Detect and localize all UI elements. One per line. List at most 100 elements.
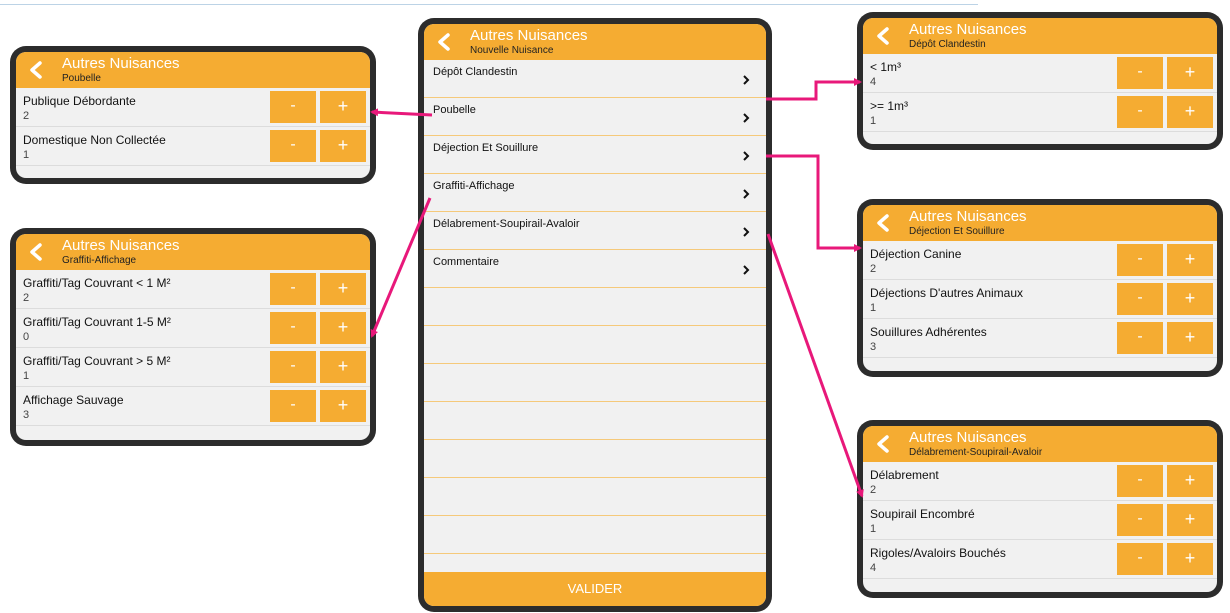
menu-item-label: Commentaire bbox=[433, 256, 500, 268]
empty-row bbox=[424, 288, 766, 326]
increment-button[interactable]: + bbox=[320, 130, 366, 162]
counter-row: Graffiti/Tag Couvrant < 1 M² 2 - + bbox=[16, 270, 370, 309]
counter-value: 3 bbox=[23, 409, 30, 421]
chevron-left-icon[interactable] bbox=[875, 435, 891, 453]
panel-dejection-souillure: Autres Nuisances Déjection Et Souillure … bbox=[857, 199, 1223, 377]
increment-button[interactable]: + bbox=[1167, 283, 1213, 315]
menu-item-poubelle[interactable]: Poubelle bbox=[424, 98, 766, 136]
increment-button[interactable]: + bbox=[320, 312, 366, 344]
counter-label: >= 1m³ bbox=[870, 99, 909, 113]
panel-title: Autres Nuisances bbox=[62, 237, 180, 254]
panel-header: Autres Nuisances Dépôt Clandestin bbox=[863, 18, 1217, 54]
chevron-right-icon bbox=[743, 113, 750, 123]
counter-label: Graffiti/Tag Couvrant > 5 M² bbox=[23, 354, 171, 368]
arrow-delabrement bbox=[766, 233, 864, 498]
validate-button[interactable]: VALIDER bbox=[424, 572, 766, 606]
decrement-button[interactable]: - bbox=[270, 312, 316, 344]
decrement-button[interactable]: - bbox=[270, 130, 316, 162]
counter-row: Domestique Non Collectée 1 - + bbox=[16, 127, 370, 166]
decrement-button[interactable]: - bbox=[270, 351, 316, 383]
decrement-button[interactable]: - bbox=[1117, 57, 1163, 89]
counter-row: Soupirail Encombré 1 - + bbox=[863, 501, 1217, 540]
decrement-button[interactable]: - bbox=[1117, 543, 1163, 575]
decrement-button[interactable]: - bbox=[1117, 322, 1163, 354]
increment-button[interactable]: + bbox=[1167, 465, 1213, 497]
decrement-button[interactable]: - bbox=[1117, 465, 1163, 497]
decrement-button[interactable]: - bbox=[270, 390, 316, 422]
counter-value: 4 bbox=[870, 562, 877, 574]
menu-item-dejection-souillure[interactable]: Déjection Et Souillure bbox=[424, 136, 766, 174]
arrow-dejection bbox=[766, 154, 862, 252]
increment-button[interactable]: + bbox=[320, 351, 366, 383]
counter-label: Rigoles/Avaloirs Bouchés bbox=[870, 546, 1006, 560]
menu-item-graffiti-affichage[interactable]: Graffiti-Affichage bbox=[424, 174, 766, 212]
empty-row bbox=[424, 440, 766, 478]
counter-row: Déjection Canine 2 - + bbox=[863, 241, 1217, 280]
panel-subtitle: Dépôt Clandestin bbox=[909, 39, 986, 50]
counter-row: Rigoles/Avaloirs Bouchés 4 - + bbox=[863, 540, 1217, 579]
chevron-left-icon[interactable] bbox=[436, 33, 452, 51]
counter-value: 1 bbox=[23, 149, 30, 161]
menu-item-commentaire[interactable]: Commentaire bbox=[424, 250, 766, 288]
panel-title: Autres Nuisances bbox=[909, 208, 1027, 225]
panel-depot-clandestin: Autres Nuisances Dépôt Clandestin < 1m³ … bbox=[857, 12, 1223, 150]
increment-button[interactable]: + bbox=[1167, 322, 1213, 354]
counter-label: Graffiti/Tag Couvrant < 1 M² bbox=[23, 276, 171, 290]
decrement-button[interactable]: - bbox=[270, 273, 316, 305]
panel-delabrement: Autres Nuisances Délabrement-Soupirail-A… bbox=[857, 420, 1223, 598]
menu-item-label: Graffiti-Affichage bbox=[433, 180, 515, 192]
menu-item-label: Poubelle bbox=[433, 104, 476, 116]
panel-subtitle: Nouvelle Nuisance bbox=[470, 45, 554, 56]
counter-row: Souillures Adhérentes 3 - + bbox=[863, 319, 1217, 358]
empty-row bbox=[424, 326, 766, 364]
decrement-button[interactable]: - bbox=[1117, 96, 1163, 128]
increment-button[interactable]: + bbox=[320, 91, 366, 123]
menu-item-label: Dépôt Clandestin bbox=[433, 66, 518, 78]
chevron-left-icon[interactable] bbox=[28, 61, 44, 79]
counter-label: Soupirail Encombré bbox=[870, 507, 975, 521]
panel-header: Autres Nuisances Nouvelle Nuisance bbox=[424, 24, 766, 60]
chevron-left-icon[interactable] bbox=[875, 214, 891, 232]
counter-value: 2 bbox=[23, 292, 30, 304]
counter-value: 1 bbox=[870, 115, 877, 127]
counter-row: >= 1m³ 1 - + bbox=[863, 93, 1217, 132]
chevron-left-icon[interactable] bbox=[875, 27, 891, 45]
empty-row bbox=[424, 402, 766, 440]
decrement-button[interactable]: - bbox=[1117, 283, 1163, 315]
counter-value: 4 bbox=[870, 76, 877, 88]
increment-button[interactable]: + bbox=[1167, 96, 1213, 128]
chevron-right-icon bbox=[743, 189, 750, 199]
menu-item-label: Déjection Et Souillure bbox=[433, 142, 539, 154]
panel-graffiti-affichage: Autres Nuisances Graffiti-Affichage Graf… bbox=[10, 228, 376, 446]
increment-button[interactable]: + bbox=[320, 273, 366, 305]
chevron-right-icon bbox=[743, 75, 750, 85]
panel-title: Autres Nuisances bbox=[909, 429, 1027, 446]
menu-item-delabrement[interactable]: Délabrement-Soupirail-Avaloir bbox=[424, 212, 766, 250]
panel-header: Autres Nuisances Délabrement-Soupirail-A… bbox=[863, 426, 1217, 462]
counter-label: Graffiti/Tag Couvrant 1-5 M² bbox=[23, 315, 171, 329]
decrement-button[interactable]: - bbox=[1117, 504, 1163, 536]
counter-label: < 1m³ bbox=[870, 60, 902, 74]
arrow-depot bbox=[766, 78, 862, 101]
counter-value: 1 bbox=[23, 370, 30, 382]
counter-label: Délabrement bbox=[870, 468, 939, 482]
counter-row: < 1m³ 4 - + bbox=[863, 54, 1217, 93]
counter-value: 1 bbox=[870, 302, 877, 314]
decrement-button[interactable]: - bbox=[270, 91, 316, 123]
empty-row bbox=[424, 478, 766, 516]
panel-nouvelle-nuisance: Autres Nuisances Nouvelle Nuisance Dépôt… bbox=[418, 18, 772, 612]
counter-label: Déjection Canine bbox=[870, 247, 962, 261]
menu-item-depot-clandestin[interactable]: Dépôt Clandestin bbox=[424, 60, 766, 98]
increment-button[interactable]: + bbox=[1167, 543, 1213, 575]
increment-button[interactable]: + bbox=[320, 390, 366, 422]
increment-button[interactable]: + bbox=[1167, 244, 1213, 276]
counter-value: 1 bbox=[870, 523, 877, 535]
increment-button[interactable]: + bbox=[1167, 57, 1213, 89]
decrement-button[interactable]: - bbox=[1117, 244, 1163, 276]
panel-title: Autres Nuisances bbox=[470, 27, 588, 44]
increment-button[interactable]: + bbox=[1167, 504, 1213, 536]
panel-subtitle: Délabrement-Soupirail-Avaloir bbox=[909, 447, 1043, 458]
chevron-right-icon bbox=[743, 227, 750, 237]
chevron-left-icon[interactable] bbox=[28, 243, 44, 261]
counter-value: 2 bbox=[870, 484, 877, 496]
